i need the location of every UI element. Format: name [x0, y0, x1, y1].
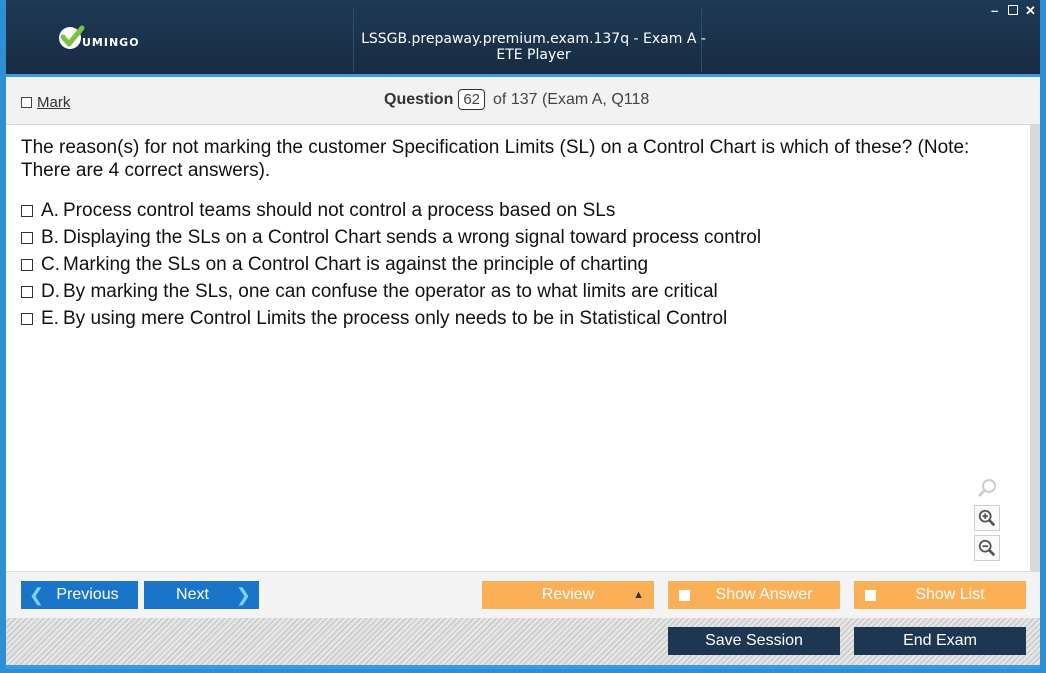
end-exam-button[interactable]: End Exam [854, 627, 1026, 655]
next-label: Next [176, 586, 209, 603]
close-icon[interactable]: ✕ [1025, 4, 1036, 18]
mark-checkbox[interactable]: Mark [21, 94, 70, 111]
previous-label: Previous [56, 586, 119, 603]
review-label: Review [541, 586, 595, 603]
checkbox-icon[interactable] [21, 231, 33, 244]
checkbox-icon[interactable] [21, 312, 33, 325]
answer-options: A. Process control teams should not cont… [21, 197, 761, 332]
save-session-label: Save Session [705, 632, 803, 649]
scrollbar[interactable] [1030, 125, 1040, 571]
question-label: Question [384, 90, 454, 108]
zoom-reset-icon[interactable] [974, 475, 1000, 501]
minimize-icon[interactable]: – [991, 4, 998, 18]
show-list-label: Show List [915, 586, 985, 603]
title-separator [353, 8, 354, 72]
answer-option-d[interactable]: D. By marking the SLs, one can confuse t… [21, 278, 761, 305]
question-text: The reason(s) for not marking the custom… [21, 137, 970, 181]
checkbox-icon[interactable] [865, 589, 876, 601]
option-letter: E. [41, 307, 59, 329]
checkbox-icon[interactable] [21, 204, 33, 217]
end-exam-label: End Exam [903, 632, 977, 649]
zoom-out-icon[interactable] [974, 535, 1000, 561]
zoom-controls [974, 475, 1000, 565]
previous-button[interactable]: ❮ Previous [21, 581, 138, 609]
checkbox-icon[interactable] [21, 97, 32, 108]
option-text: By using mere Control Limits the process… [63, 307, 728, 329]
option-text: Marking the SLs on a Control Chart is ag… [63, 253, 649, 275]
option-text: Process control teams should not control… [63, 199, 616, 221]
checkbox-icon[interactable] [679, 589, 690, 601]
triangle-up-icon[interactable]: ▲ [633, 589, 644, 601]
answer-option-a[interactable]: A. Process control teams should not cont… [21, 197, 761, 224]
show-list-button[interactable]: Show List [854, 581, 1026, 609]
question-counter: Question 62 of 137 (Exam A, Q118 [384, 89, 649, 110]
review-button[interactable]: Review ▲ [482, 581, 654, 609]
navigation-bar: ❮ Previous Next ❯ Review ▲ Show Answer S… [6, 571, 1040, 619]
option-letter: A. [41, 199, 59, 221]
action-bar: Save Session End Exam [6, 618, 1040, 665]
checkbox-icon[interactable] [21, 258, 33, 271]
option-letter: C. [41, 253, 60, 275]
question-total: of 137 (Exam A, Q118 [493, 90, 650, 108]
show-answer-button[interactable]: Show Answer [668, 581, 840, 609]
question-header: Mark Question 62 of 137 (Exam A, Q118 [6, 77, 1040, 125]
option-letter: B. [41, 226, 59, 248]
next-button[interactable]: Next ❯ [144, 581, 259, 609]
bottom-accent-line [6, 665, 1040, 669]
question-panel: The reason(s) for not marking the custom… [6, 125, 1030, 571]
answer-option-e[interactable]: E. By using mere Control Limits the proc… [21, 305, 761, 332]
question-number-input[interactable]: 62 [458, 89, 486, 110]
option-letter: D. [41, 280, 60, 302]
chevron-left-icon: ❮ [29, 584, 45, 605]
save-session-button[interactable]: Save Session [668, 627, 840, 655]
chevron-right-icon: ❯ [235, 584, 251, 605]
answer-option-b[interactable]: B. Displaying the SLs on a Control Chart… [21, 224, 761, 251]
mark-label: Mark [37, 94, 71, 111]
zoom-in-icon[interactable] [974, 505, 1000, 531]
answer-option-c[interactable]: C. Marking the SLs on a Control Chart is… [21, 251, 761, 278]
logo-text: UMINGO [82, 35, 140, 49]
title-bar: UMINGO LSSGB.prepaway.premium.exam.137q … [6, 0, 1040, 74]
show-answer-label: Show Answer [715, 586, 813, 603]
maximize-icon[interactable] [1008, 4, 1018, 18]
option-text: Displaying the SLs on a Control Chart se… [63, 226, 762, 248]
checkbox-icon[interactable] [21, 285, 33, 298]
app-logo: UMINGO [56, 24, 140, 52]
option-text: By marking the SLs, one can confuse the … [63, 280, 718, 302]
window-title: LSSGB.prepaway.premium.exam.137q - Exam … [361, 31, 706, 63]
